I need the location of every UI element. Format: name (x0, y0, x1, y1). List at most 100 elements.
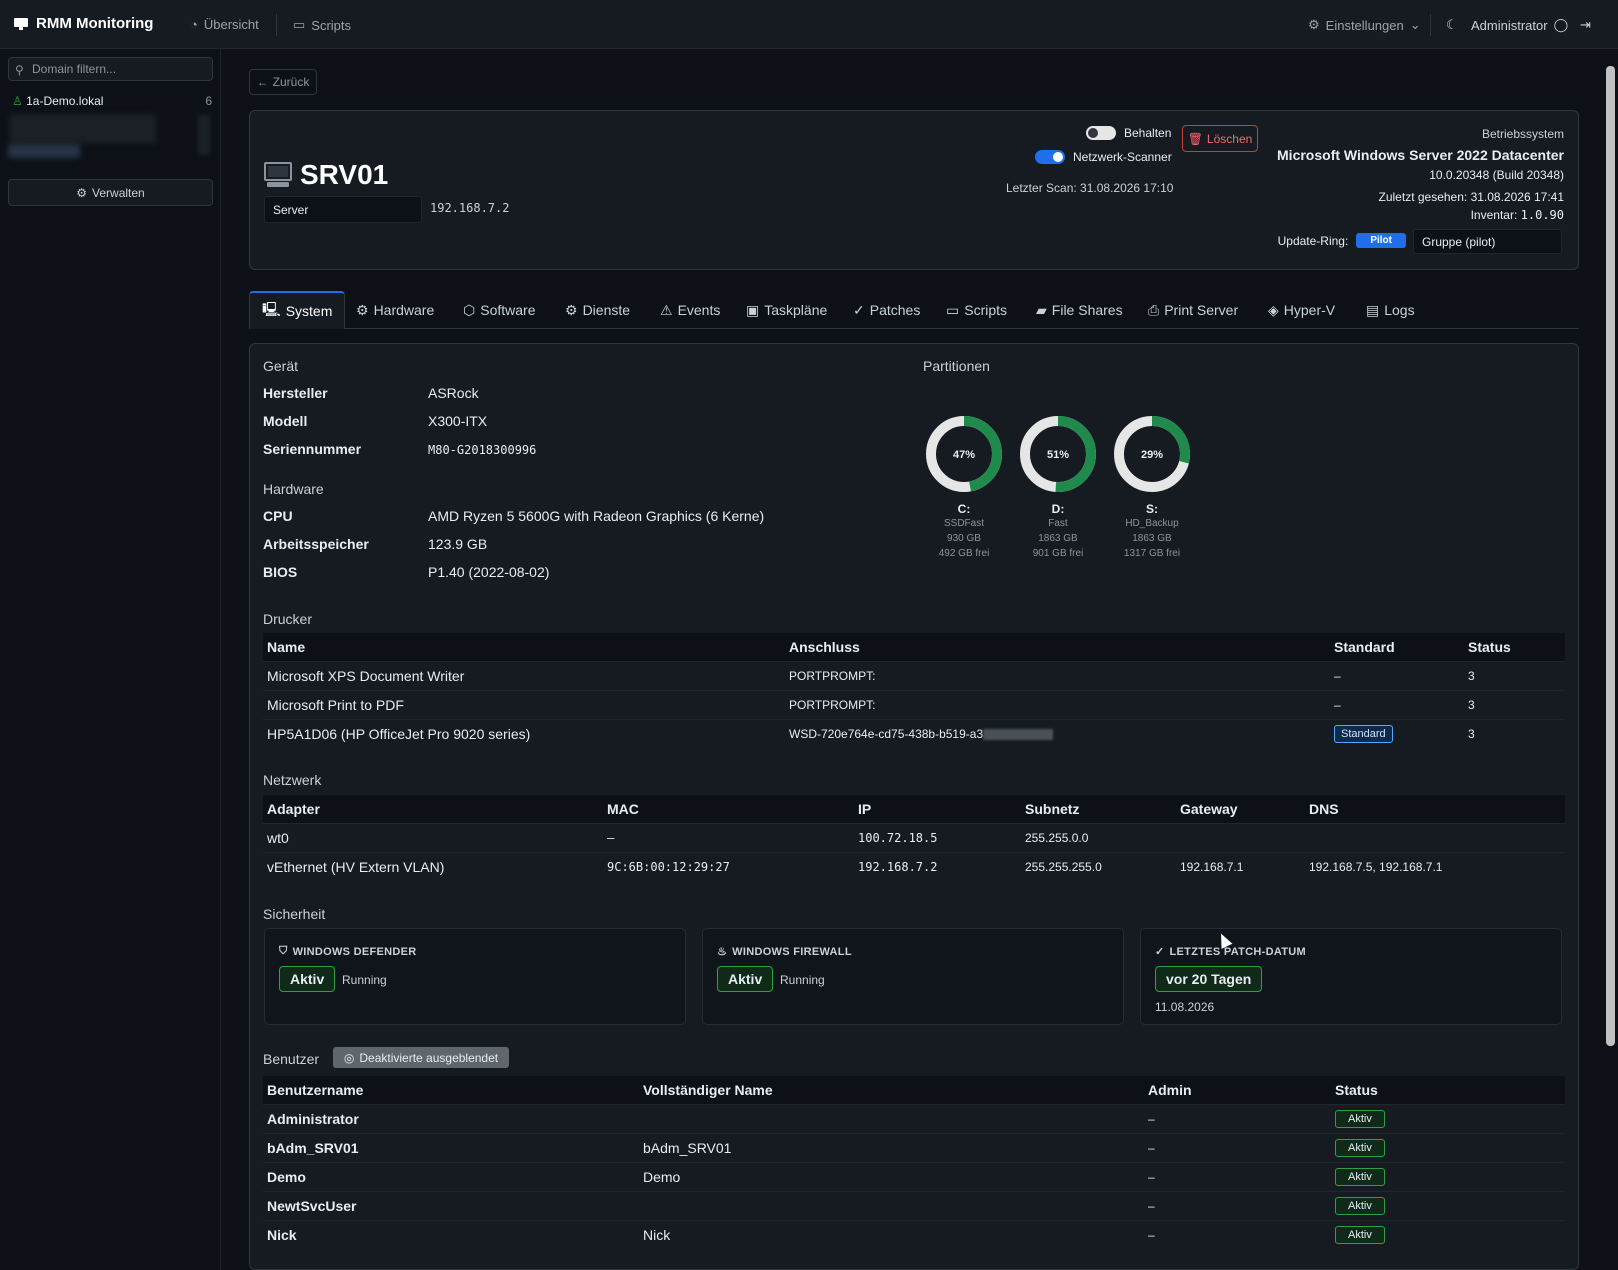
admin-flag: – (1144, 1103, 1331, 1133)
users-table: Benutzername Vollständiger Name Admin St… (263, 1076, 1565, 1249)
col-header: Admin (1144, 1076, 1331, 1104)
col-header: DNS (1305, 795, 1565, 823)
update-ring-badge[interactable]: Pilot (1356, 233, 1406, 248)
scanner-label: Netzwerk-Scanner (1073, 150, 1172, 164)
printers-table: Name Anschluss Standard Status Microsoft… (263, 633, 1565, 748)
table-row: NewtSvcUser – Aktiv (263, 1190, 1565, 1220)
redacted-item (198, 115, 210, 155)
logout-button[interactable]: ⇥ (1580, 17, 1591, 33)
cpu-label: CPU (263, 508, 293, 524)
printer-status: 3 (1464, 718, 1565, 748)
security-section-title: Sicherheit (263, 906, 326, 922)
scrollbar-thumb[interactable] (1606, 66, 1615, 1046)
back-button[interactable]: ← Zurück (249, 69, 317, 95)
standard-badge: Standard (1334, 724, 1393, 743)
status-badge: Aktiv (1335, 1139, 1385, 1157)
status-cell: Aktiv (1331, 1132, 1565, 1162)
printer-name: Microsoft Print to PDF (263, 689, 785, 719)
moon-icon: ☾ (1446, 17, 1458, 32)
tab-services[interactable]: ⚙ Dienste (565, 291, 630, 329)
network-table: Adapter MAC IP Subnetz Gateway DNS wt0 –… (263, 795, 1565, 881)
inventory-version: Inventar: 1.0.90 (1471, 208, 1564, 222)
firewall-title: WINDOWS FIREWALL (732, 945, 852, 958)
donut-percent: 47% (953, 449, 975, 461)
hardware-section-title: Hardware (263, 481, 324, 497)
partition-free: 901 GB frei (1032, 548, 1084, 559)
tab-hyper-v[interactable]: ◈ Hyper-V (1268, 291, 1335, 329)
defender-title: WINDOWS DEFENDER (292, 945, 417, 958)
brand[interactable]: RMM Monitoring (14, 15, 153, 32)
adapter-mac: 9C:6B:00:12:29:27 (603, 851, 854, 881)
keep-toggle[interactable]: Behalten (1086, 126, 1171, 140)
dashboard-icon: ◔ (190, 17, 198, 32)
domain-count: 6 (205, 94, 212, 108)
tab-logs[interactable]: ▤ Logs (1366, 291, 1415, 329)
os-caption: Betriebssystem (1481, 127, 1564, 141)
col-header: Benutzername (263, 1076, 639, 1104)
role-field[interactable]: Server (264, 196, 422, 223)
partitions-section-title: Partitionen (923, 358, 990, 374)
settings-menu[interactable]: ⚙ Einstellungen ⌄ (1308, 17, 1421, 33)
serial-value: M80-G2018300996 (428, 443, 537, 457)
partition-size: 1863 GB (1132, 533, 1172, 544)
adapter-ip: 100.72.18.5 (854, 822, 1021, 852)
check-circle-icon: ✓ (1155, 946, 1165, 958)
tab-label: Print Server (1164, 302, 1239, 318)
tab-patches[interactable]: ✓ Patches (853, 291, 920, 329)
delete-button[interactable]: 🗑 Löschen (1182, 125, 1258, 152)
admin-flag: – (1144, 1132, 1331, 1162)
table-row: Demo Demo – Aktiv (263, 1161, 1565, 1191)
admin-flag: – (1144, 1190, 1331, 1220)
nav-scripts-label: Scripts (311, 17, 352, 33)
domain-search-input[interactable]: Domain filtern... (8, 57, 213, 81)
tab-tasks[interactable]: ▣ Taskpläne (746, 291, 827, 329)
nav-scripts[interactable]: ▭ Scripts (293, 17, 351, 33)
group-select[interactable]: Gruppe (pilot) (1413, 229, 1562, 254)
table-row: Administrator – Aktiv (263, 1103, 1565, 1133)
user-icon: ♙ (12, 94, 23, 108)
defender-card: ⛉ WINDOWS DEFENDER Aktiv Running (264, 928, 686, 1025)
sidebar-item-domain[interactable]: ♙ 1a-Demo.lokal 6 (12, 94, 212, 108)
tab-hardware[interactable]: ⚙ Hardware (356, 291, 434, 329)
terminal-icon: ▭ (946, 301, 960, 318)
theme-toggle[interactable]: ☾ (1446, 17, 1458, 33)
page-title: SRV01 (264, 159, 388, 191)
inventory-value: 1.0.90 (1520, 208, 1564, 222)
partition-free: 492 GB frei (938, 548, 990, 559)
scanner-switch[interactable] (1035, 150, 1065, 164)
manage-button[interactable]: ⚙ Verwalten (8, 179, 213, 206)
adapter-subnet: 255.255.255.0 (1021, 851, 1176, 881)
tab-events[interactable]: ⚠ Events (660, 291, 720, 329)
tab-system[interactable]: 🖳 System (249, 291, 346, 329)
partition-donut: 29% S: HD_Backup 1863 GB 1317 GB frei (1110, 412, 1194, 561)
status-badge: Aktiv (1335, 1110, 1385, 1128)
patch-badge: vor 20 Tagen (1155, 966, 1263, 992)
tab-label: Events (677, 302, 721, 318)
tab-scripts[interactable]: ▭ Scripts (946, 291, 1007, 329)
terminal-icon: ▭ (293, 17, 306, 32)
monitor-icon (14, 17, 28, 30)
brand-title: RMM Monitoring (36, 15, 154, 32)
printer-icon: ⎙ (1148, 301, 1160, 318)
tab-print-server[interactable]: ⎙ Print Server (1148, 291, 1238, 329)
inventory-label: Inventar: (1470, 208, 1518, 222)
patch-title-row: ✓ LETZTES PATCH-DATUM (1155, 945, 1306, 959)
host-header-card: SRV01 Server 192.168.7.2 Behalten Netzwe… (249, 110, 1579, 270)
update-ring-label: Update-Ring: (1277, 233, 1349, 248)
tab-file-shares[interactable]: ▰ File Shares (1036, 291, 1123, 329)
keep-switch[interactable] (1086, 126, 1116, 140)
scanner-toggle[interactable]: Netzwerk-Scanner (1035, 150, 1172, 164)
username: NewtSvcUser (263, 1190, 639, 1220)
show-disabled-toggle[interactable]: ◎ Deaktivierte ausgeblendet (333, 1047, 509, 1068)
ram-label: Arbeitsspeicher (263, 536, 369, 552)
status-badge: Aktiv (1335, 1168, 1385, 1186)
defender-status: Running (342, 973, 387, 987)
nav-overview[interactable]: ◔ Übersicht (190, 17, 259, 32)
adapter-subnet: 255.255.0.0 (1021, 822, 1176, 852)
patch-title: LETZTES PATCH-DATUM (1169, 945, 1306, 958)
table-row: HP5A1D06 (HP OfficeJet Pro 9020 series) … (263, 718, 1565, 748)
user-menu[interactable]: Administrator ◯ (1471, 17, 1568, 33)
donut-chart: 29% (1114, 416, 1190, 492)
tab-software[interactable]: ⬡ Software (463, 291, 535, 329)
col-header: MAC (603, 795, 854, 823)
